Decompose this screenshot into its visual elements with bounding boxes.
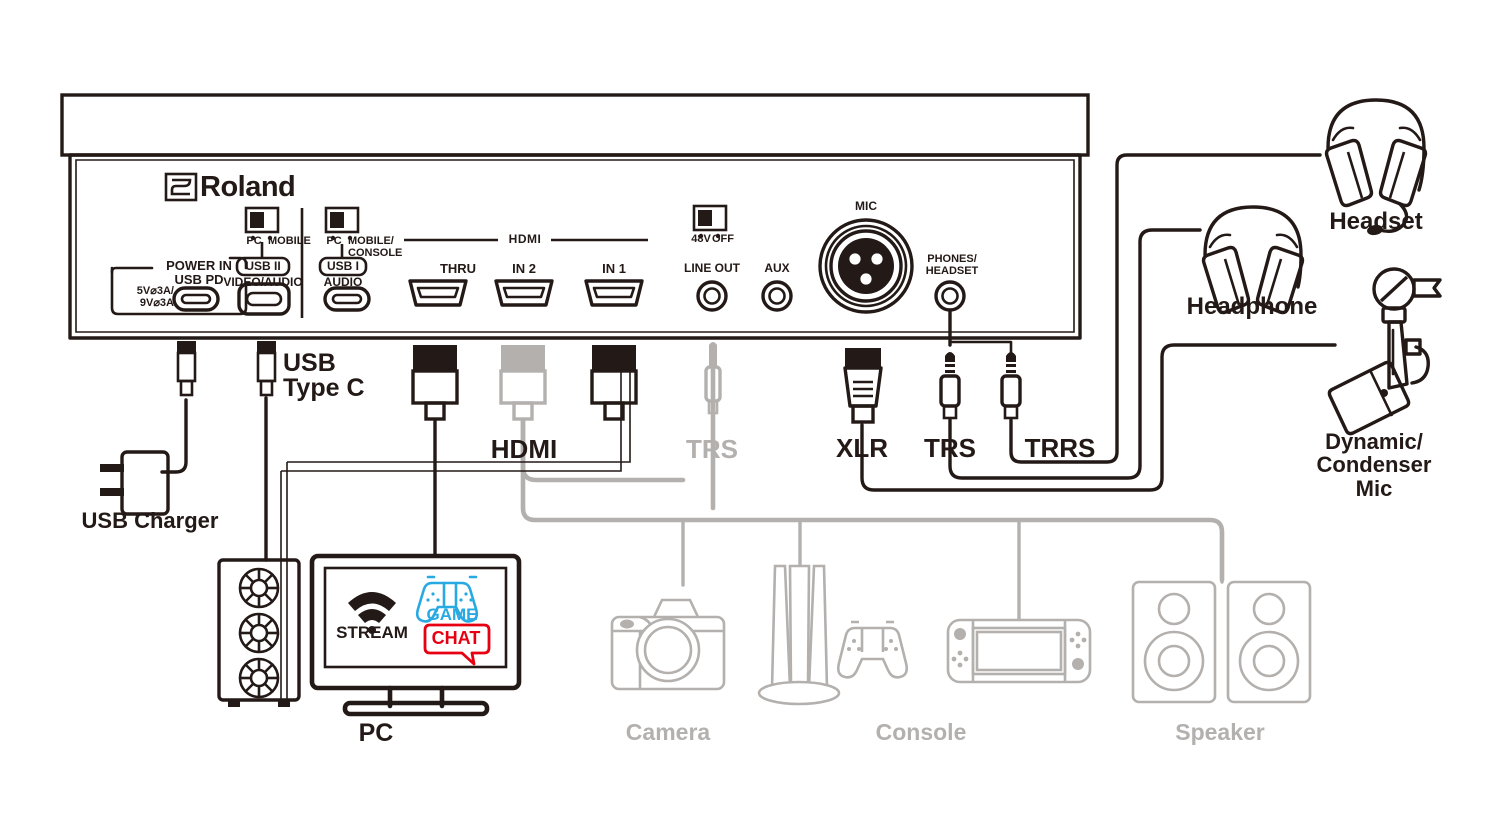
cable-label-trs: TRS (924, 433, 976, 463)
switch-usb2-icon (244, 206, 280, 258)
device-speaker-icon (1131, 580, 1312, 704)
plug-usb-c-type-c (256, 341, 277, 397)
device-usb-charger-icon (100, 450, 170, 516)
cable-usb1-outline-a (287, 350, 631, 463)
device-label-mic-line2: Condenser Mic (1316, 452, 1432, 501)
port-line-out-label: LINE OUT (684, 261, 740, 275)
port-usb-c-power (172, 286, 220, 312)
pc-chat-label: CHAT (431, 628, 481, 648)
device-label-camera: Camera (625, 719, 711, 745)
phantom-48v-label: 48V (691, 233, 711, 245)
phantom-off-label: OFF (712, 233, 734, 245)
port-usb2-badge: USB II (245, 259, 281, 273)
port-hdmi-in2-label: IN 2 (512, 261, 536, 276)
plug-usb-c-charger (176, 341, 197, 397)
cable-label-usb-type-c-line1: USB (283, 349, 336, 377)
device-label-pc: PC (358, 719, 394, 747)
device-label-speaker: Speaker (1175, 719, 1265, 745)
port-phones-headset (934, 280, 966, 312)
device-switch-console-icon (946, 618, 1092, 684)
port-power-in-spec-2: 9V⌀3A (139, 297, 174, 309)
panel-brand-label: Roland (200, 171, 296, 203)
cable-label-xlr: XLR (836, 433, 888, 463)
port-hdmi-in1-label: IN 1 (602, 261, 626, 276)
port-hdmi-thru (408, 279, 468, 307)
diagram-canvas: .ink{stroke:#231916;fill:none;} .inkf{fi… (60, 93, 1442, 717)
device-mic-icon (1327, 267, 1442, 436)
port-mic-xlr (818, 218, 914, 314)
switch-usb2-right-label: MOBILE (268, 235, 311, 247)
plug-trs (939, 352, 961, 420)
port-aux-label: AUX (764, 261, 790, 275)
cable-label-hdmi: HDMI (490, 434, 558, 464)
panel-markings (110, 204, 966, 318)
device-label-headphone: Headphone (1186, 293, 1318, 320)
plug-xlr (843, 348, 883, 424)
device-rear-panel (60, 93, 1090, 340)
device-ps-console-icon (757, 564, 841, 706)
device-label-console: Console (875, 719, 967, 745)
port-usb-c-audio (323, 286, 371, 312)
device-label-usb-charger: USB Charger (81, 508, 219, 533)
plug-trrs (1000, 352, 1022, 420)
port-line-out (696, 280, 728, 312)
port-hdmi-in1 (584, 279, 644, 307)
switch-usb1-left-label: PC (326, 235, 342, 247)
pc-stream-label: STREAM (336, 623, 408, 642)
plug-hdmi-gray (499, 345, 547, 421)
port-usb1-label: AUDIO (323, 275, 363, 289)
device-label-headset: Headset (1329, 208, 1423, 235)
port-power-in-usb-pd-label: USB PD (174, 272, 224, 287)
jack-branch-to-trrs (948, 340, 1013, 358)
port-usb2-label: VIDEO/AUDIO (223, 275, 303, 289)
port-hdmi-in2 (494, 279, 554, 307)
cable-label-usb-type-c-line2: Type C (283, 374, 365, 402)
cable-label-trs-gray: TRS (686, 434, 738, 464)
port-usb1-badge: USB I (326, 259, 360, 273)
cable-hdmi-gray-to-camera-1 (520, 464, 686, 483)
hdmi-group-label: HDMI (508, 232, 542, 246)
port-aux (761, 280, 793, 312)
device-ps-controller-icon (836, 620, 909, 679)
cable-label-trrs: TRRS (1024, 433, 1096, 463)
device-label-mic-line1: Dynamic/ (1325, 429, 1423, 454)
switch-usb2-left-label: PC (246, 235, 262, 247)
port-power-in-box-label: POWER IN (166, 258, 232, 273)
device-camera-icon (610, 598, 726, 691)
connection-diagram: .ink{stroke:#231916;fill:none;} .inkf{fi… (0, 0, 1493, 840)
port-mic-label: MIC (855, 199, 877, 213)
cable-xlr-to-mic (860, 343, 1337, 492)
pc-game-label: GAME (426, 605, 478, 624)
cable-usb-charger (160, 398, 188, 474)
plug-hdmi-black (411, 345, 459, 421)
port-hdmi-thru-label: THRU (439, 261, 477, 276)
port-phones-headset-label-2: HEADSET (925, 265, 979, 277)
roland-logo-mark (164, 172, 198, 202)
